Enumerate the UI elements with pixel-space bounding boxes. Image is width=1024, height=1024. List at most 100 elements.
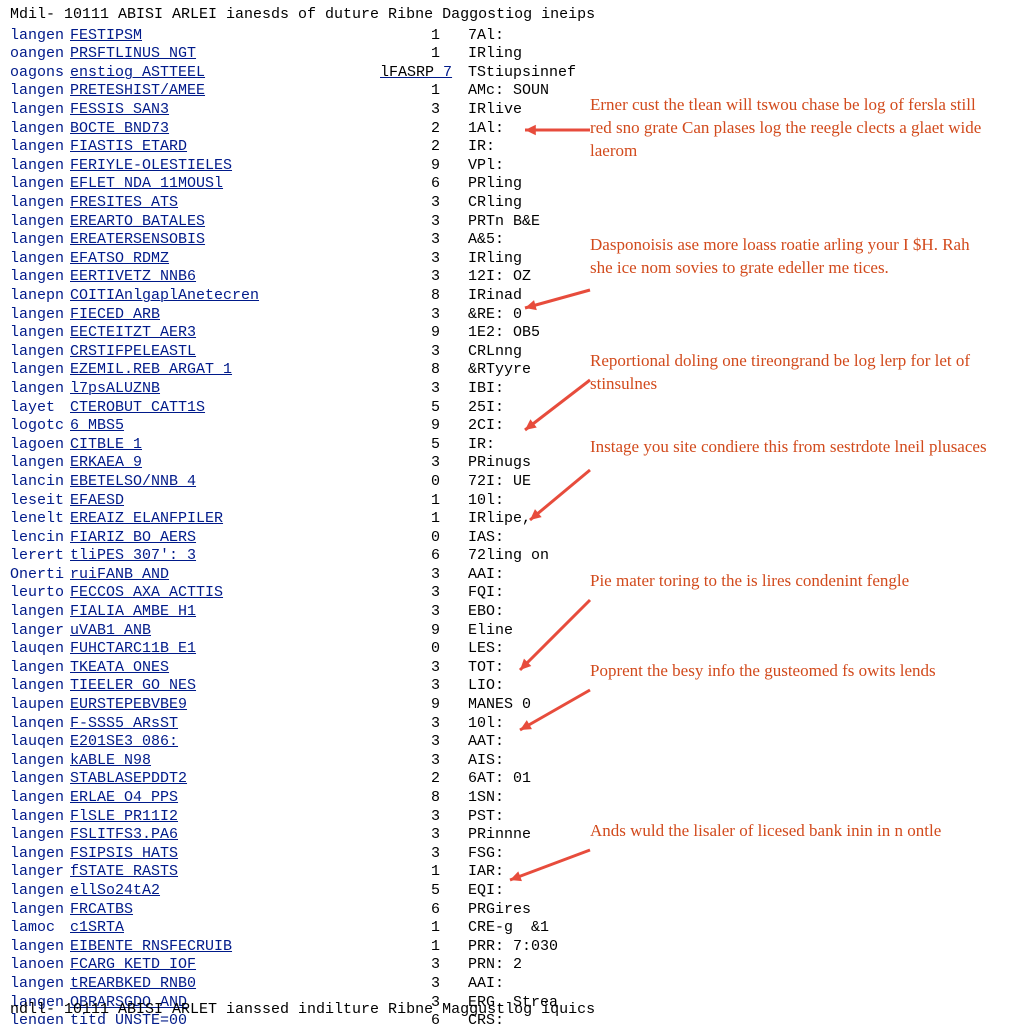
row-count: 8 [380, 361, 468, 380]
row-identifier[interactable]: FIASTIS ETARD [70, 138, 380, 157]
row-identifier[interactable]: CRSTIFPELEASTL [70, 343, 380, 362]
row-identifier[interactable]: l7psALUZNB [70, 380, 380, 399]
log-row: leneltEREAIZ ELANFPILER1IRlipe, [10, 510, 1014, 529]
row-status: PRGires [468, 901, 531, 920]
row-identifier[interactable]: tliPES 307': 3 [70, 547, 380, 566]
row-count: 3 [380, 715, 468, 734]
row-identifier[interactable]: EFAESD [70, 492, 380, 511]
row-count: 3 [380, 659, 468, 678]
row-identifier[interactable]: EREARTO_BATALES [70, 213, 380, 232]
row-identifier[interactable]: tREARBKED RNB0 [70, 975, 380, 994]
row-prefix: langen [10, 101, 70, 120]
row-count: 3 [380, 343, 468, 362]
row-count: 1 [380, 863, 468, 882]
row-identifier[interactable]: EIBENTE RNSFECRUIB [70, 938, 380, 957]
row-count: 2 [380, 770, 468, 789]
log-row: langenEFATSO RDMZ3IRling [10, 250, 1014, 269]
log-row: langenEZEMIL.REB ARGAT 18&RTyyre [10, 361, 1014, 380]
row-identifier[interactable]: FSLITFS3.PA6 [70, 826, 380, 845]
log-row: lamocc1SRTA1CRE-g &1 [10, 919, 1014, 938]
row-identifier[interactable]: CITBLE 1 [70, 436, 380, 455]
row-identifier[interactable]: COITIAnlgaplAnetecren [70, 287, 380, 306]
row-prefix: oangen [10, 45, 70, 64]
row-prefix: langen [10, 231, 70, 250]
row-identifier[interactable]: FESTIPSM [70, 27, 380, 46]
row-identifier[interactable]: FSIPSIS HATS [70, 845, 380, 864]
row-identifier[interactable]: EECTEITZT AER3 [70, 324, 380, 343]
row-identifier[interactable]: EZEMIL.REB ARGAT 1 [70, 361, 380, 380]
row-identifier[interactable]: EERTIVETZ NNB6 [70, 268, 380, 287]
row-identifier[interactable]: EREATERSENSOBIS [70, 231, 380, 250]
row-identifier[interactable]: ERLAE O4 PPS [70, 789, 380, 808]
row-count: 1 [380, 510, 468, 529]
row-identifier[interactable]: FRCATBS [70, 901, 380, 920]
row-identifier[interactable]: FESSIS SAN3 [70, 101, 380, 120]
row-identifier[interactable]: F-SSS5_ARsST [70, 715, 380, 734]
row-identifier[interactable]: EFLET NDA 11MOUSl [70, 175, 380, 194]
row-identifier[interactable]: CTEROBUT CATT1S [70, 399, 380, 418]
row-identifier[interactable]: kABLE N98 [70, 752, 380, 771]
row-identifier[interactable]: FIARIZ BO AERS [70, 529, 380, 548]
row-identifier[interactable]: EURSTEPEBVBE9 [70, 696, 380, 715]
row-prefix: langen [10, 603, 70, 622]
row-prefix: lencin [10, 529, 70, 548]
row-identifier[interactable]: FERIYLE-OLESTIELES [70, 157, 380, 176]
row-prefix: langen [10, 845, 70, 864]
row-identifier[interactable]: PRSFTLINUS NGT [70, 45, 380, 64]
log-row: lagoenCITBLE 15IR: [10, 436, 1014, 455]
log-row: layetCTEROBUT CATT1S525I: [10, 399, 1014, 418]
row-identifier[interactable]: enstiog ASTTEEL [70, 64, 380, 83]
row-status: 1Al: [468, 120, 504, 139]
row-status: 7Al: [468, 27, 504, 46]
log-row: langenFIECED ARB3&RE: 0 [10, 306, 1014, 325]
row-status: IBI: [468, 380, 504, 399]
row-count: 8 [380, 789, 468, 808]
row-prefix: lauqen [10, 640, 70, 659]
row-identifier[interactable]: ellSo24tA2 [70, 882, 380, 901]
row-identifier[interactable]: FECCOS AXA ACTTIS [70, 584, 380, 603]
row-status: PRR: 7:030 [468, 938, 558, 957]
row-identifier[interactable]: c1SRTA [70, 919, 380, 938]
row-status: PRTn B&E [468, 213, 540, 232]
row-identifier[interactable]: FCARG KETD IOF [70, 956, 380, 975]
row-identifier[interactable]: FUHCTARC11B E1 [70, 640, 380, 659]
row-prefix: langen [10, 770, 70, 789]
row-prefix: langen [10, 361, 70, 380]
row-status: FSG: [468, 845, 504, 864]
row-identifier[interactable]: BOCTE BND73 [70, 120, 380, 139]
log-row: langenCRSTIFPELEASTL3CRLnng [10, 343, 1014, 362]
row-status: TStiupsinnef [468, 64, 576, 83]
row-identifier[interactable]: TKEATA ONES [70, 659, 380, 678]
row-prefix: lanepn [10, 287, 70, 306]
row-identifier[interactable]: FIECED ARB [70, 306, 380, 325]
row-count: 3 [380, 845, 468, 864]
row-identifier[interactable]: FRESITES ATS [70, 194, 380, 213]
row-status: IRlive [468, 101, 522, 120]
row-identifier[interactable]: EFATSO RDMZ [70, 250, 380, 269]
row-identifier[interactable]: STABLASEPDDT2 [70, 770, 380, 789]
log-row: lanoenFCARG KETD IOF3PRN: 2 [10, 956, 1014, 975]
row-identifier[interactable]: uVAB1 ANB [70, 622, 380, 641]
row-identifier[interactable]: 6 MBS5 [70, 417, 380, 436]
log-row: langerfSTATE RASTS1IAR: [10, 863, 1014, 882]
row-count: 3 [380, 733, 468, 752]
row-count: 3 [380, 454, 468, 473]
row-identifier[interactable]: EBETELSO/NNB 4 [70, 473, 380, 492]
row-identifier[interactable]: FIALIA AMBE H1 [70, 603, 380, 622]
log-row: lauqenFUHCTARC11B E10LES: [10, 640, 1014, 659]
row-prefix: lagoen [10, 436, 70, 455]
row-identifier[interactable]: ruiFANB AND [70, 566, 380, 585]
row-prefix: langen [10, 882, 70, 901]
row-identifier[interactable]: PRETESHIST/AMEE [70, 82, 380, 101]
row-identifier[interactable]: ERKAEA 9 [70, 454, 380, 473]
row-identifier[interactable]: FlSLE PR11I2 [70, 808, 380, 827]
row-identifier[interactable]: EREAIZ ELANFPILER [70, 510, 380, 529]
row-identifier[interactable]: E201SE3 086: [70, 733, 380, 752]
row-identifier[interactable]: TIEELER GO NES [70, 677, 380, 696]
row-status: 12I: OZ [468, 268, 531, 287]
row-status: EQI: [468, 882, 504, 901]
log-row: langenERLAE O4 PPS81SN: [10, 789, 1014, 808]
row-status: MANES 0 [468, 696, 531, 715]
log-row: langenEIBENTE RNSFECRUIB1PRR: 7:030 [10, 938, 1014, 957]
row-identifier[interactable]: fSTATE RASTS [70, 863, 380, 882]
